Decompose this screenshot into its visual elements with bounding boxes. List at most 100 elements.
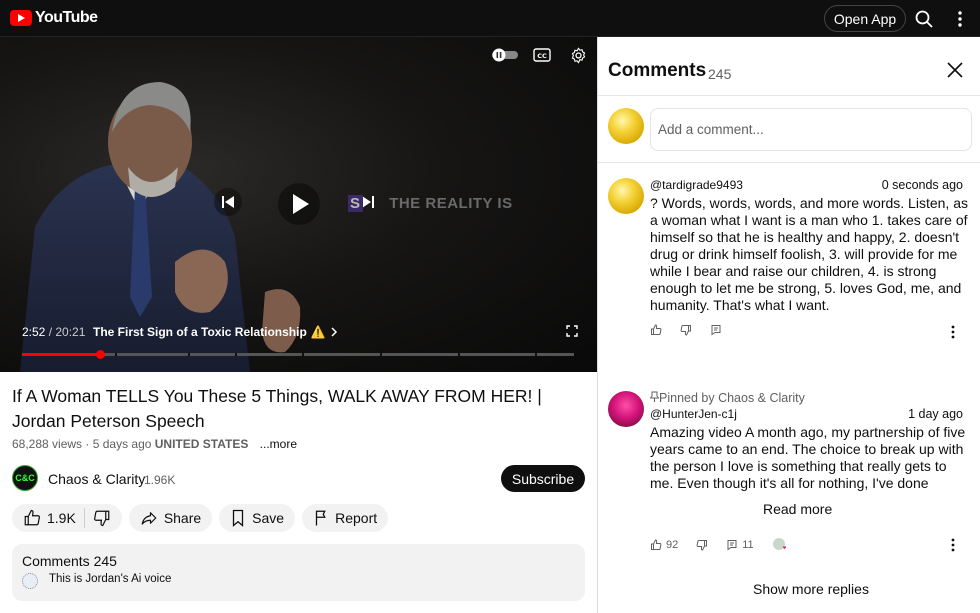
thumbs-up-icon[interactable] [23, 509, 41, 527]
comment-item: @tardigrade9493 0 seconds ago ? Words, w… [598, 163, 980, 393]
video-caption-overlay: S THE REALITY IS [348, 195, 513, 212]
comments-panel: Comments 245 Add a comment... @tardigrad… [597, 37, 980, 613]
youtube-logo[interactable]: YouTube [10, 9, 98, 27]
commenter-avatar[interactable] [608, 391, 644, 427]
youtube-logo-icon [10, 10, 32, 26]
pinned-label: Pinned by Chaos & Clarity [649, 391, 805, 405]
save-label: Save [252, 510, 285, 526]
progress-bar[interactable] [22, 350, 574, 359]
comment-like-count: 92 [666, 539, 679, 551]
video-meta: 68,288 views · 5 days ago UNITED STATES … [12, 437, 297, 451]
thumbs-down-icon[interactable] [680, 324, 692, 336]
progress-fill [22, 353, 100, 356]
comment-like-group[interactable]: 92 [650, 539, 678, 551]
chapter-title-button[interactable]: The First Sign of a Toxic Relationship ⚠… [93, 325, 338, 339]
thumbs-down-icon[interactable] [696, 539, 708, 551]
commenter-avatar[interactable] [608, 178, 644, 214]
duration: / 20:21 [48, 325, 86, 339]
comment-handle[interactable]: @HunterJen-c1j [650, 407, 737, 421]
action-bar: 1.9K Share Save Report [12, 504, 389, 532]
skip-previous-icon[interactable] [214, 188, 242, 216]
view-count: 68,288 views · 5 days ago [12, 437, 152, 451]
svg-text:CC: CC [537, 52, 547, 60]
progress-scrubber[interactable] [95, 350, 105, 359]
subscribe-button[interactable]: Subscribe [501, 465, 585, 492]
current-time: 2:52 [22, 325, 46, 339]
comment-actions: 92 11 [650, 537, 788, 553]
chapter-divider [380, 353, 382, 356]
cc-icon[interactable]: CC [533, 47, 551, 63]
comment-time: 0 seconds ago [881, 178, 963, 192]
search-icon[interactable] [914, 9, 934, 29]
video-player[interactable]: CC S THE REALITY IS 2:52 / 20:21 The Fir… [0, 37, 597, 372]
reply-icon [727, 540, 737, 551]
close-icon[interactable] [946, 61, 964, 79]
subscriber-count: 1.96K [144, 473, 176, 487]
comment-time: 1 day ago [908, 407, 963, 421]
thumbs-down-icon [93, 510, 110, 527]
comment-handle[interactable]: @tardigrade9493 [650, 178, 743, 192]
logo-text: YouTube [35, 9, 98, 26]
comments-summary-title: Comments 245 [22, 553, 117, 569]
comment-item: Pinned by Chaos & Clarity @HunterJen-c1j… [598, 387, 980, 613]
channel-row: C&C Chaos & Clarity 1.96K Subscribe [12, 465, 585, 493]
more-vert-icon[interactable] [951, 325, 955, 339]
share-icon [141, 512, 157, 525]
creator-heart-icon [772, 538, 786, 550]
share-button[interactable]: Share [128, 504, 213, 532]
warning-emoji: ⚠️ [310, 325, 326, 339]
bookmark-icon [233, 509, 244, 527]
pin-icon [649, 391, 660, 402]
comment-reply-group[interactable]: 11 [726, 539, 754, 551]
fullscreen-icon[interactable] [566, 325, 578, 337]
more-vert-icon[interactable] [951, 538, 955, 552]
read-more-link[interactable]: Read more [763, 501, 832, 517]
comment-text: ? Words, words, words, and more words. L… [650, 195, 968, 313]
like-dislike-group: 1.9K [12, 504, 122, 532]
more-description-link[interactable]: ...more [260, 437, 297, 451]
video-location: UNITED STATES [154, 437, 249, 451]
share-label: Share [163, 510, 202, 526]
open-app-button[interactable]: Open App [824, 5, 906, 32]
comment-reply-count: 11 [742, 539, 754, 551]
flag-icon [315, 510, 326, 526]
chapter-divider [235, 353, 237, 356]
comment-preview-avatar [22, 573, 38, 589]
video-title: If A Woman TELLS You These 5 Things, WAL… [12, 386, 542, 431]
comments-summary-card[interactable]: Comments 245 This is Jordan's Ai voice [12, 544, 585, 601]
thumbs-up-icon[interactable] [650, 324, 662, 336]
dislike-button[interactable] [93, 509, 122, 527]
channel-name[interactable]: Chaos & Clarity [48, 471, 145, 487]
comment-text: Amazing video A month ago, my partnershi… [650, 424, 966, 491]
add-comment-row: Add a comment... [598, 97, 980, 163]
time-display: 2:52 / 20:21 [22, 325, 85, 339]
app-root: YouTube Open App CC S THE REALITY IS 2:5… [0, 0, 980, 613]
like-count[interactable]: 1.9K [47, 510, 76, 526]
gear-icon[interactable] [570, 47, 587, 64]
chapter-divider [535, 353, 537, 356]
report-button[interactable]: Report [302, 504, 389, 532]
comment-actions [650, 324, 722, 336]
top-bar: YouTube Open App [0, 0, 980, 37]
comment-preview-text: This is Jordan's Ai voice [49, 573, 172, 585]
comments-title: Comments [608, 60, 707, 81]
show-more-replies-button[interactable]: Show more replies [753, 581, 869, 597]
chapter-divider [302, 353, 304, 356]
user-avatar [608, 108, 644, 144]
report-label: Report [335, 510, 378, 526]
add-comment-input[interactable]: Add a comment... [650, 108, 972, 151]
autoplay-toggle-icon[interactable] [491, 48, 519, 62]
more-vert-icon[interactable] [952, 9, 968, 29]
chevron-right-icon [331, 327, 337, 337]
thumbs-up-icon [651, 539, 662, 550]
comments-header: Comments 245 [598, 37, 980, 96]
chapter-title: The First Sign of a Toxic Relationship [93, 325, 307, 339]
channel-avatar[interactable]: C&C [12, 465, 38, 491]
play-icon[interactable] [278, 183, 320, 225]
chapter-divider [188, 353, 190, 356]
reply-icon[interactable] [710, 324, 722, 336]
comments-count: 245 [708, 66, 732, 82]
save-button[interactable]: Save [219, 504, 296, 532]
chapter-divider [115, 353, 117, 356]
like-divider [83, 508, 85, 528]
